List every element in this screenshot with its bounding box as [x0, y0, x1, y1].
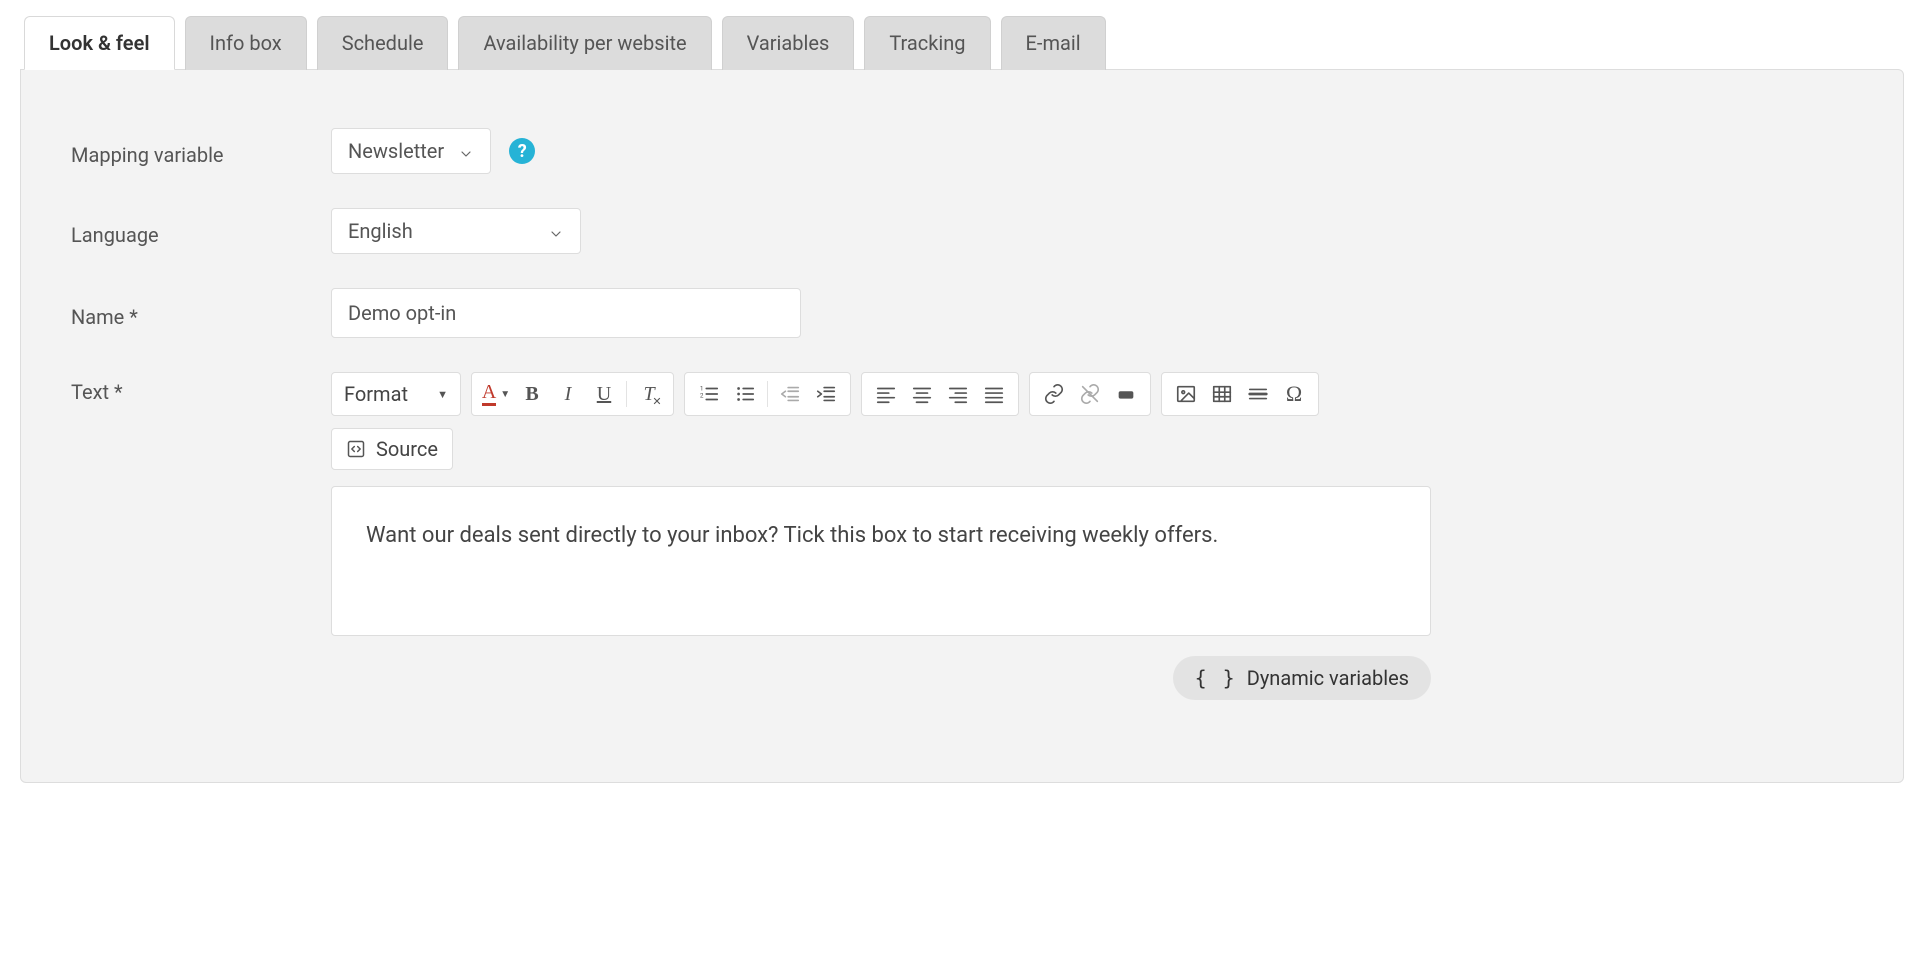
format-select[interactable]: Format ▼ [331, 372, 461, 416]
indent-button[interactable] [808, 377, 844, 411]
toolbar-group-insert: Ω [1161, 372, 1319, 416]
tab-info-box[interactable]: Info box [185, 16, 307, 70]
outdent-icon [779, 383, 801, 405]
outdent-button[interactable] [772, 377, 808, 411]
button-icon [1115, 383, 1137, 405]
tabs: Look & feel Info box Schedule Availabili… [20, 16, 1904, 70]
tab-look-and-feel[interactable]: Look & feel [24, 16, 175, 70]
caret-down-icon: ▼ [500, 389, 510, 400]
table-button[interactable] [1204, 377, 1240, 411]
toolbar-group-font: A▼ B I U T✕ [471, 372, 674, 416]
tab-label: Tracking [889, 31, 965, 55]
name-label: Name * [71, 297, 331, 329]
tab-label: E-mail [1026, 31, 1081, 55]
language-label: Language [71, 215, 331, 247]
editor-toolbar: Format ▼ A▼ B I U T✕ [331, 372, 1431, 416]
tab-schedule[interactable]: Schedule [317, 16, 449, 70]
language-select[interactable]: English [331, 208, 581, 254]
separator [767, 381, 768, 407]
tab-label: Look & feel [49, 31, 150, 55]
language-value: English [348, 219, 413, 243]
toolbar-group-list: 12 [684, 372, 851, 416]
tab-label: Variables [747, 31, 830, 55]
editor-content: Want our deals sent directly to your inb… [366, 523, 1218, 548]
align-center-button[interactable] [904, 377, 940, 411]
tab-panel: Mapping variable Newsletter ? Language E… [20, 69, 1904, 783]
link-button[interactable] [1036, 377, 1072, 411]
mapping-variable-select[interactable]: Newsletter [331, 128, 491, 174]
clear-format-button[interactable]: T✕ [631, 377, 667, 411]
tab-label: Schedule [342, 31, 424, 55]
bold-button[interactable]: B [514, 377, 550, 411]
unordered-list-button[interactable] [727, 377, 763, 411]
row-language: Language English [71, 208, 1853, 254]
omega-icon: Ω [1286, 381, 1302, 407]
image-button[interactable] [1168, 377, 1204, 411]
caret-down-icon: ▼ [437, 388, 448, 401]
mapping-variable-value: Newsletter [348, 139, 444, 163]
dynamic-variables-label: Dynamic variables [1247, 666, 1409, 690]
hr-icon [1247, 383, 1269, 405]
braces-icon: { } [1195, 666, 1237, 690]
svg-text:2: 2 [700, 392, 704, 400]
align-center-icon [911, 383, 933, 405]
italic-icon: I [565, 383, 572, 406]
tab-email[interactable]: E-mail [1001, 16, 1106, 70]
bold-icon: B [525, 383, 538, 406]
align-justify-icon [983, 383, 1005, 405]
align-left-button[interactable] [868, 377, 904, 411]
ordered-list-icon: 12 [698, 383, 720, 405]
source-label: Source [376, 437, 438, 461]
clear-format-icon: T✕ [643, 383, 654, 406]
italic-button[interactable]: I [550, 377, 586, 411]
text-editor[interactable]: Want our deals sent directly to your inb… [331, 486, 1431, 636]
help-icon[interactable]: ? [509, 138, 535, 164]
text-label: Text * [71, 372, 331, 404]
separator [626, 381, 627, 407]
anchor-button[interactable] [1108, 377, 1144, 411]
table-icon [1211, 383, 1233, 405]
format-label: Format [344, 382, 408, 406]
align-justify-button[interactable] [976, 377, 1012, 411]
unordered-list-icon [734, 383, 756, 405]
special-char-button[interactable]: Ω [1276, 377, 1312, 411]
tab-tracking[interactable]: Tracking [864, 16, 990, 70]
font-color-button[interactable]: A▼ [478, 377, 514, 411]
toolbar-group-link [1029, 372, 1151, 416]
unlink-icon [1079, 383, 1101, 405]
align-right-button[interactable] [940, 377, 976, 411]
tab-availability[interactable]: Availability per website [458, 16, 711, 70]
row-name: Name * [71, 288, 1853, 338]
chevron-down-icon [458, 143, 474, 159]
image-icon [1175, 383, 1197, 405]
tab-variables[interactable]: Variables [722, 16, 855, 70]
horizontal-rule-button[interactable] [1240, 377, 1276, 411]
toolbar-group-align [861, 372, 1019, 416]
row-text: Text * Format ▼ A▼ B I U T✕ [71, 372, 1853, 700]
align-right-icon [947, 383, 969, 405]
ordered-list-button[interactable]: 12 [691, 377, 727, 411]
dynamic-variables-button[interactable]: { } Dynamic variables [1173, 656, 1431, 700]
unlink-button[interactable] [1072, 377, 1108, 411]
underline-button[interactable]: U [586, 377, 622, 411]
source-button[interactable]: Source [331, 428, 453, 470]
name-input[interactable] [331, 288, 801, 338]
indent-icon [815, 383, 837, 405]
chevron-down-icon [548, 223, 564, 239]
tab-label: Availability per website [483, 31, 686, 55]
font-color-icon: A [482, 382, 496, 406]
mapping-variable-label: Mapping variable [71, 135, 331, 167]
tab-label: Info box [210, 31, 282, 55]
link-icon [1043, 383, 1065, 405]
row-mapping-variable: Mapping variable Newsletter ? [71, 128, 1853, 174]
underline-icon: U [597, 383, 611, 406]
align-left-icon [875, 383, 897, 405]
source-icon [346, 439, 366, 459]
